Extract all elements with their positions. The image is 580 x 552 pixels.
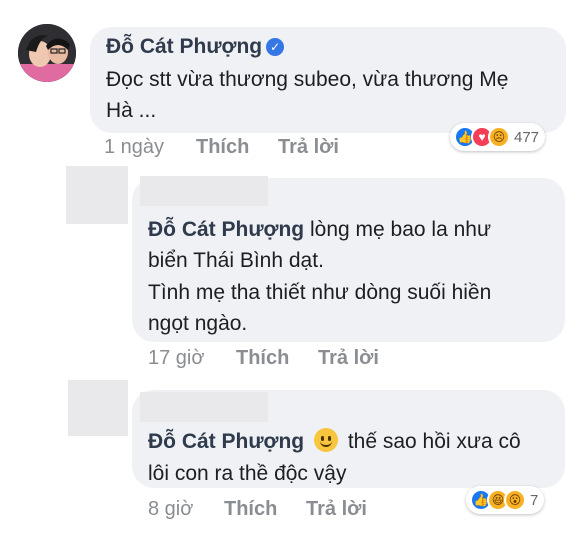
reaction-count: 7 <box>530 491 539 509</box>
blurred-name <box>140 176 268 206</box>
reaction-count: 477 <box>514 128 540 146</box>
comment-2-text-line-4: ngọt ngào. <box>148 312 248 335</box>
comment-1-text-line-2: Hà ... <box>106 99 157 122</box>
reaction-summary[interactable]: 👍 ♥ ☹ 477 <box>450 123 546 151</box>
like-link[interactable]: Thích <box>224 498 277 521</box>
reply-link[interactable]: Trả lời <box>278 136 339 159</box>
verified-badge-icon: ✓ <box>266 38 285 56</box>
avatar[interactable] <box>18 24 76 82</box>
blurred-name <box>140 392 268 422</box>
blurred-avatar <box>66 166 128 224</box>
comment-3-text-line-2: lôi con ra thề độc vậy <box>148 462 347 485</box>
wow-icon: 😮 <box>504 489 526 511</box>
reply-link[interactable]: Trả lời <box>306 498 367 521</box>
like-link[interactable]: Thích <box>196 136 249 159</box>
like-link[interactable]: Thích <box>236 347 289 370</box>
comment-2-text-line-1: Đỗ Cát Phượng lòng mẹ bao la như <box>148 218 491 241</box>
mention-link[interactable]: Đỗ Cát Phượng <box>148 430 304 453</box>
comment-3-text-line-1: Đỗ Cát Phượng thế sao hồi xưa cô <box>148 428 521 453</box>
comment-1-timestamp[interactable]: 1 ngày <box>104 136 164 159</box>
smile-emoji-icon <box>313 428 338 452</box>
comment-1-text-line-1: Đọc stt vừa thương subeo, vừa thương Mẹ <box>106 68 509 91</box>
blurred-avatar <box>68 380 128 436</box>
reaction-summary[interactable]: 👍 😆 😮 7 <box>466 486 545 514</box>
mention-link[interactable]: Đỗ Cát Phượng <box>148 218 304 241</box>
reply-link[interactable]: Trả lời <box>318 347 379 370</box>
sad-icon: ☹ <box>488 126 510 148</box>
avatar-photo <box>18 24 76 82</box>
comment-3-timestamp[interactable]: 8 giờ <box>148 498 193 521</box>
comment-2-timestamp[interactable]: 17 giờ <box>148 347 204 370</box>
comment-author-name[interactable]: Đỗ Cát Phượng <box>106 35 262 58</box>
comment-2-text-line-3: Tình mẹ tha thiết như dòng suối hiền <box>148 281 492 304</box>
comment-2-text-line-2: biển Thái Bình dạt. <box>148 249 324 272</box>
comment-1-header: Đỗ Cát Phượng ✓ <box>106 35 285 59</box>
